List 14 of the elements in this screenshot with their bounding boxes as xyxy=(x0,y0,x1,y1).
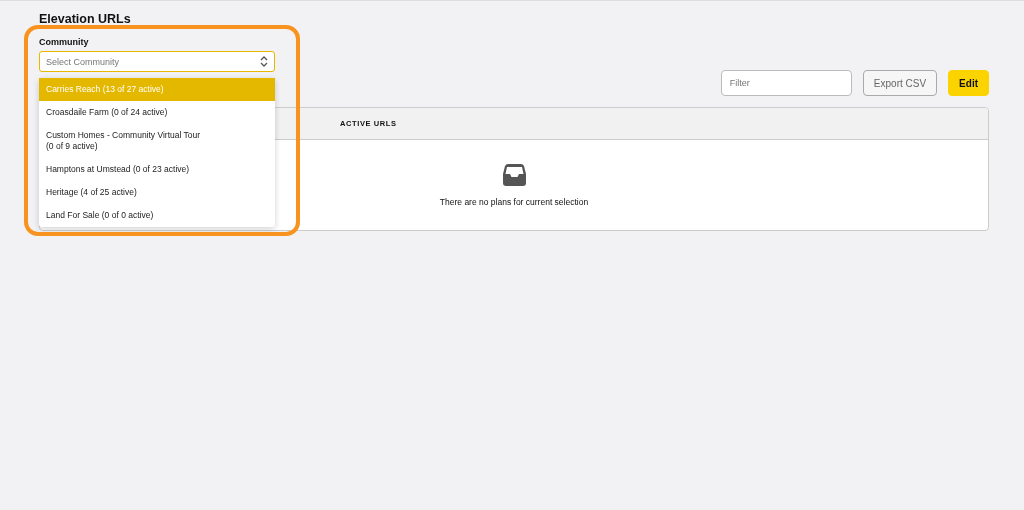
dropdown-option[interactable]: Croasdaile Farm (0 of 24 active) xyxy=(39,101,275,124)
page-title: Elevation URLs xyxy=(39,12,132,26)
filter-field[interactable]: Filter xyxy=(720,70,852,96)
dropdown-option[interactable]: Land For Sale (0 of 0 active) xyxy=(39,204,275,227)
empty-message: There are no plans for current selection xyxy=(439,197,589,207)
export-button[interactable]: Export CSV xyxy=(862,70,938,96)
dropdown-option[interactable]: Custom Homes - Community Virtual Tour (0 of 9 active) xyxy=(39,124,275,158)
edit-button[interactable]: Edit xyxy=(948,70,989,96)
community-select[interactable]: Select Community xyxy=(39,51,275,72)
chevron-icon xyxy=(260,56,268,67)
inbox-icon xyxy=(501,162,527,187)
dropdown-option[interactable]: Heritage (4 of 25 active) xyxy=(39,181,275,204)
dropdown-option[interactable]: Hamptons at Umstead (0 of 23 active) xyxy=(39,158,275,181)
field-label: Community xyxy=(39,37,90,47)
